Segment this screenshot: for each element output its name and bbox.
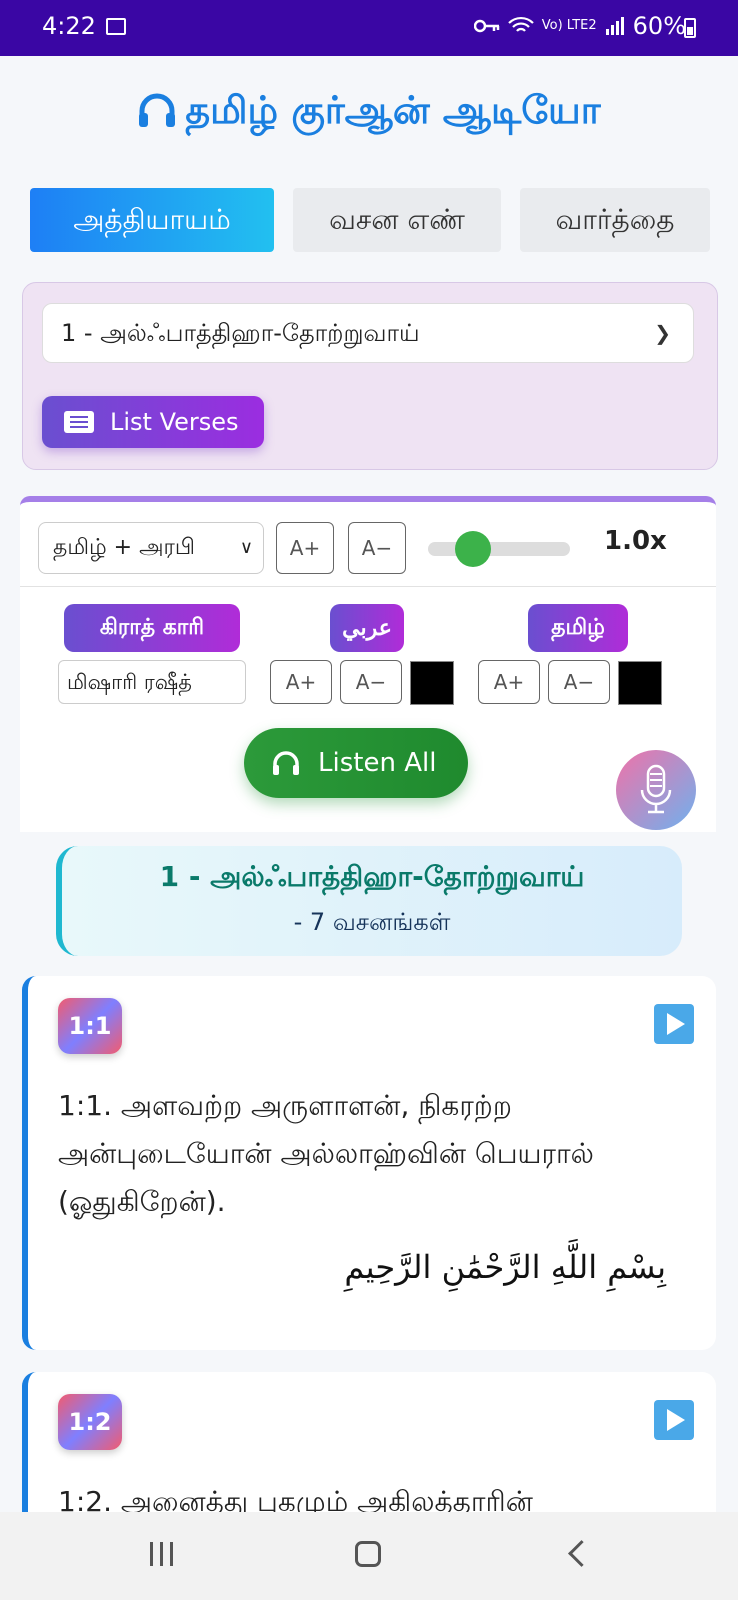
- arabic-label: عربي: [330, 604, 404, 652]
- listen-all-button[interactable]: Listen All: [244, 728, 468, 798]
- verse-arabic-text: بِسْمِ اللَّهِ الرَّحْمَٰنِ الرَّحِيمِ: [344, 1248, 666, 1286]
- language-select-value: தமிழ் + அரபி: [53, 535, 195, 560]
- tab-word[interactable]: வார்த்தை: [520, 188, 710, 252]
- tamil-font-decrease-button[interactable]: A−: [548, 660, 610, 704]
- tamil-color-picker[interactable]: [618, 661, 662, 705]
- signal-icon: [605, 17, 624, 35]
- chapter-select[interactable]: 1 - அல்ஃபாத்திஹா-தோற்றுவாய் ❯: [42, 303, 694, 363]
- font-decrease-button[interactable]: A−: [348, 522, 406, 574]
- surah-header: 1 - அல்ஃபாத்திஹா-தோற்றுவாய் - 7 வசனங்கள்: [56, 846, 682, 956]
- tamil-font-increase-button[interactable]: A+: [478, 660, 540, 704]
- speed-slider-knob[interactable]: [454, 531, 491, 567]
- voice-search-button[interactable]: [616, 750, 696, 830]
- headphones-icon: [139, 93, 176, 127]
- verse-tamil-text: 1:1. அளவற்ற அருளாளன், நிகரற்ற அன்புடையோன…: [58, 1089, 594, 1218]
- headphones-icon: [273, 751, 299, 775]
- listen-all-label: Listen All: [318, 748, 437, 778]
- play-icon[interactable]: [654, 1400, 694, 1440]
- surah-title: 1 - அல்ஃபாத்திஹா-தோற்றுவாய்: [159, 860, 585, 893]
- tamil-label: தமிழ்: [528, 604, 628, 652]
- surah-verse-count: - 7 வசனங்கள்: [293, 908, 451, 936]
- tab-verse-number[interactable]: வசன எண்: [293, 188, 501, 252]
- speed-value: 1.0x: [604, 526, 667, 556]
- battery-icon: [684, 18, 696, 38]
- list-verses-button[interactable]: List Verses: [42, 396, 264, 448]
- recent-apps-icon[interactable]: [150, 1542, 176, 1566]
- verse-number-badge: 1:2: [58, 1394, 122, 1450]
- list-icon: [64, 411, 94, 433]
- tab-chapter[interactable]: அத்தியாயம்: [30, 188, 274, 252]
- reciter-select[interactable]: மிஷாரி ரஷீத்: [58, 660, 246, 704]
- chevron-down-icon: ❯: [654, 321, 671, 345]
- language-select[interactable]: தமிழ் + அரபி ∨: [38, 522, 264, 574]
- arabic-font-decrease-button[interactable]: A−: [340, 660, 402, 704]
- home-icon[interactable]: [355, 1541, 381, 1567]
- speed-slider[interactable]: [428, 531, 570, 567]
- back-icon[interactable]: [568, 1540, 595, 1567]
- reciter-label: கிராத் காரி: [64, 604, 240, 652]
- verse-number-badge: 1:1: [58, 998, 122, 1054]
- key-icon: [473, 19, 499, 33]
- microphone-icon: [640, 764, 672, 814]
- font-increase-button[interactable]: A+: [276, 522, 334, 574]
- battery-percent: 60%: [632, 12, 686, 40]
- system-nav-bar: [0, 1512, 738, 1600]
- play-icon[interactable]: [654, 1004, 694, 1044]
- verse-card: 1:2 1:2. அனைத்து புகழும் அகிலத்தாரின்: [22, 1372, 716, 1532]
- page-title: தமிழ் குர்ஆன் ஆடியோ: [0, 88, 738, 138]
- mode-tabs: அத்தியாயம் வசன எண் வார்த்தை: [30, 188, 710, 254]
- network-type: Vo) LTE2: [541, 18, 597, 33]
- arabic-font-increase-button[interactable]: A+: [270, 660, 332, 704]
- status-icons: Vo) LTE2 60%: [473, 12, 686, 40]
- verse-card: 1:1 1:1. அளவற்ற அருளாளன், நிகரற்ற அன்புட…: [22, 976, 716, 1350]
- chapter-select-value: 1 - அல்ஃபாத்திஹா-தோற்றுவாய்: [61, 319, 420, 347]
- status-time: 4:22: [42, 12, 96, 40]
- settings-card: தமிழ் + அரபி ∨ A+ A− 1.0x கிராத் காரி عر…: [20, 496, 716, 832]
- chevron-down-icon: ∨: [239, 537, 253, 558]
- wifi-icon: [507, 16, 534, 32]
- list-verses-label: List Verses: [110, 408, 239, 436]
- chapter-panel: 1 - அல்ஃபாத்திஹா-தோற்றுவாய் ❯ List Verse…: [22, 282, 718, 470]
- arabic-color-picker[interactable]: [410, 661, 454, 705]
- divider: [20, 586, 716, 587]
- status-bar: 4:22 Vo) LTE2 60%: [0, 0, 738, 56]
- page-title-text: தமிழ் குர்ஆன் ஆடியோ: [185, 88, 601, 132]
- gallery-notification-icon: [106, 18, 126, 35]
